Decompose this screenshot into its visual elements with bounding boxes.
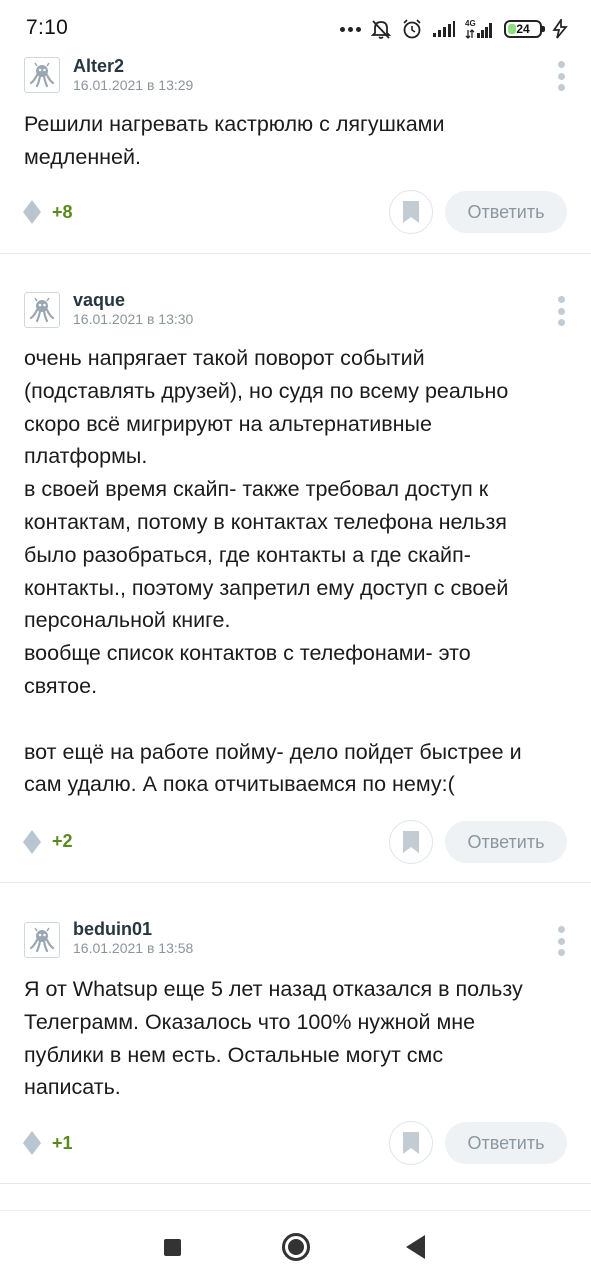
rating-diamond-icon[interactable] <box>23 1131 41 1155</box>
comment-text-line: вот ещё на работе пойму- дело пойдет быс… <box>24 739 522 764</box>
bookmark-button[interactable] <box>389 190 433 234</box>
battery-icon: 24 <box>504 20 545 38</box>
rating-value: +1 <box>52 1133 73 1153</box>
bookmark-icon <box>403 201 419 223</box>
notification-dots-icon <box>340 26 361 32</box>
comment-text-line: скоро всё мигрируют на альтернативные <box>24 411 432 436</box>
octopus-avatar-icon <box>29 927 55 953</box>
comment-text-line: контакты., поэтому запретил ему доступ с… <box>24 575 509 600</box>
comment-text-line: публики в нем есть. Остальные могут смс <box>24 1042 444 1067</box>
comment-text-line: вообще список контактов с телефонами- эт… <box>24 641 471 666</box>
comment-text-line: Решили нагревать кастрюлю с лягушками <box>24 112 445 136</box>
rating-value: +2 <box>52 831 73 851</box>
network-type-label: 4G <box>465 19 476 28</box>
status-icons: 4G 24 <box>340 17 569 41</box>
rating-diamond-icon[interactable] <box>23 830 41 854</box>
comment-divider <box>0 882 591 883</box>
user-avatar[interactable] <box>24 292 60 328</box>
rating-value: +8 <box>52 202 73 222</box>
mute-icon <box>370 20 392 39</box>
comment-text-line: медленней. <box>24 144 142 169</box>
more-vertical-icon[interactable] <box>553 926 569 956</box>
comment-username[interactable]: beduin01 <box>73 919 152 940</box>
rating-diamond-icon[interactable] <box>23 200 41 224</box>
bookmark-button[interactable] <box>389 820 433 864</box>
comment-text-line: было разобраться, где контакты а где ска… <box>24 542 471 567</box>
user-avatar[interactable] <box>24 922 60 958</box>
reply-button[interactable]: Ответить <box>445 1122 567 1164</box>
recent-apps-icon[interactable] <box>164 1239 181 1256</box>
comment-text-line: контактам, потому в контактах телефона н… <box>24 509 507 534</box>
comment-text: Решили нагревать кастрюлю с лягушками ме… <box>24 108 569 174</box>
comment-divider <box>0 253 591 254</box>
more-vertical-icon[interactable] <box>553 296 569 326</box>
bookmark-button[interactable] <box>389 1121 433 1165</box>
comment-text-line: Я от Whatsup еще 5 лет назад отказался в… <box>24 977 523 1001</box>
bookmark-icon <box>403 831 419 853</box>
user-avatar[interactable] <box>24 57 60 93</box>
comment-text-blank-line <box>24 703 569 736</box>
comment-text-line: платформы. <box>24 444 148 469</box>
bookmark-icon <box>403 1132 419 1154</box>
system-navigation-bar <box>0 1210 591 1280</box>
octopus-avatar-icon <box>29 62 55 88</box>
signal-strength-icon <box>433 21 455 37</box>
comment-divider <box>0 1183 591 1184</box>
comment-datetime: 16.01.2021 в 13:29 <box>73 77 194 93</box>
octopus-avatar-icon <box>29 297 55 323</box>
battery-percent: 24 <box>516 22 530 36</box>
alarm-icon <box>403 19 421 39</box>
comment-text-line: в своей время скайп- также требовал дост… <box>24 477 489 502</box>
back-icon[interactable] <box>406 1235 425 1259</box>
comment-text-line: святое. <box>24 673 98 698</box>
mobile-data-signal-icon: 4G <box>465 19 492 39</box>
comment-text-line: сам удалю. А пока отчитываемся по нему:( <box>24 772 455 797</box>
home-icon[interactable] <box>282 1233 310 1261</box>
comment-text: Я от Whatsup еще 5 лет назад отказался в… <box>24 973 569 1104</box>
status-bar: 7:10 4G 24 <box>0 0 591 48</box>
reply-button[interactable]: Ответить <box>445 821 567 863</box>
comment-text-line: (подставлять друзей), но судя по всему р… <box>24 378 509 403</box>
comment-datetime: 16.01.2021 в 13:58 <box>73 940 194 956</box>
reply-button[interactable]: Ответить <box>445 191 567 233</box>
comment-username[interactable]: Alter2 <box>73 56 124 77</box>
status-time: 7:10 <box>26 16 69 39</box>
charging-icon <box>552 19 568 39</box>
comment-username[interactable]: vaque <box>73 290 125 311</box>
comment-text-line: очень напрягает такой поворот событий <box>24 346 425 370</box>
comment-text: очень напрягает такой поворот событий (п… <box>24 342 569 801</box>
comment-text-line: Телеграмм. Оказалось что 100% нужной мне <box>24 1009 476 1034</box>
comment-datetime: 16.01.2021 в 13:30 <box>73 311 194 327</box>
battery-level-fill <box>508 24 517 34</box>
more-vertical-icon[interactable] <box>553 61 569 91</box>
comment-text-line: персональной книге. <box>24 608 231 633</box>
comment-text-line: написать. <box>24 1075 121 1100</box>
